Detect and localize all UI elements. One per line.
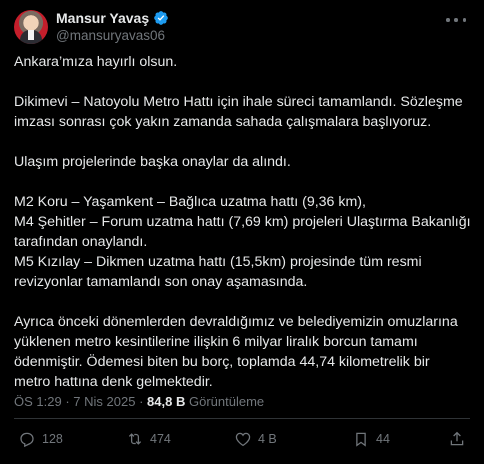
post-line: metro hattına denk gelmektedir. — [14, 374, 213, 390]
heart-icon — [235, 432, 251, 447]
meta-separator: · — [139, 394, 144, 409]
post-date[interactable]: 7 Nis 2025 — [73, 394, 135, 409]
views-count: 84,8 B — [147, 394, 186, 409]
dot — [454, 18, 458, 22]
post-line: yüklenen metro kesintilerine ilişkin 6 m… — [14, 334, 418, 350]
post-time[interactable]: ÖS 1:29 — [14, 394, 62, 409]
views-label: Görüntüleme — [188, 394, 265, 409]
share-button[interactable] — [448, 430, 466, 448]
views-button[interactable]: 44 — [352, 430, 390, 448]
repost-count: 474 — [150, 432, 171, 446]
post-meta: ÖS 1:29 · 7 Nis 2025 · 84,8 B Görüntülem… — [14, 394, 264, 409]
post-line: imzası sonrası çok yakın zamanda sahada … — [14, 114, 432, 130]
post-header: Mansur Yavaş @mansuryavas06 — [14, 8, 474, 44]
repost-icon — [128, 433, 142, 445]
action-bar: 128 474 4 B 44 — [14, 430, 474, 454]
meta-separator: · — [65, 394, 70, 409]
post-line: Dikimevi – Natoyolu Metro Hattı için iha… — [14, 94, 463, 110]
like-button[interactable]: 4 B — [234, 430, 277, 448]
dot — [462, 18, 466, 22]
reply-button[interactable]: 128 — [18, 430, 63, 448]
post-line: M2 Koru – Yaşamkent – Bağlıca uzatma hat… — [14, 194, 366, 210]
reply-icon — [20, 432, 34, 448]
post-line: Ulaşım projelerinde başka onaylar da alı… — [14, 154, 291, 170]
post-line: ödenmiştir. Ödemesi biten bu borç, topla… — [14, 354, 430, 370]
share-icon — [450, 431, 464, 446]
divider — [14, 418, 470, 419]
post-card: Mansur Yavaş @mansuryavas06 Ankara’mıza … — [0, 0, 484, 464]
post-line: Ankara’mıza hayırlı olsun. — [14, 54, 178, 70]
avatar-shirt — [28, 30, 34, 40]
post-line: Ayrıca önceki dönemlerden devraldığımız … — [14, 314, 458, 330]
post-line: M4 Şehitler – Forum uzatma hattı (7,69 k… — [14, 214, 471, 230]
post-line: tarafından onaylandı. — [14, 234, 148, 250]
avatar[interactable] — [14, 10, 48, 44]
author-handle[interactable]: @mansuryavas06 — [56, 28, 165, 43]
dot — [446, 18, 450, 22]
like-count: 4 B — [258, 432, 277, 446]
bookmark-icon — [356, 432, 366, 447]
more-options-icon[interactable] — [446, 12, 466, 28]
name-row: Mansur Yavaş — [56, 10, 169, 26]
author-name[interactable]: Mansur Yavaş — [56, 10, 149, 26]
reply-count: 128 — [42, 432, 63, 446]
repost-button[interactable]: 474 — [126, 430, 171, 448]
post-text: Ankara’mıza hayırlı olsun. Dikimevi – Na… — [14, 52, 476, 392]
post-line: revizyonlar tamamlandı son onay aşamasın… — [14, 274, 308, 290]
post-line: M5 Kızılay – Dikmen uzatma hattı (15,5km… — [14, 254, 422, 270]
verified-badge-icon — [154, 11, 168, 25]
views-action-count: 44 — [376, 432, 390, 446]
